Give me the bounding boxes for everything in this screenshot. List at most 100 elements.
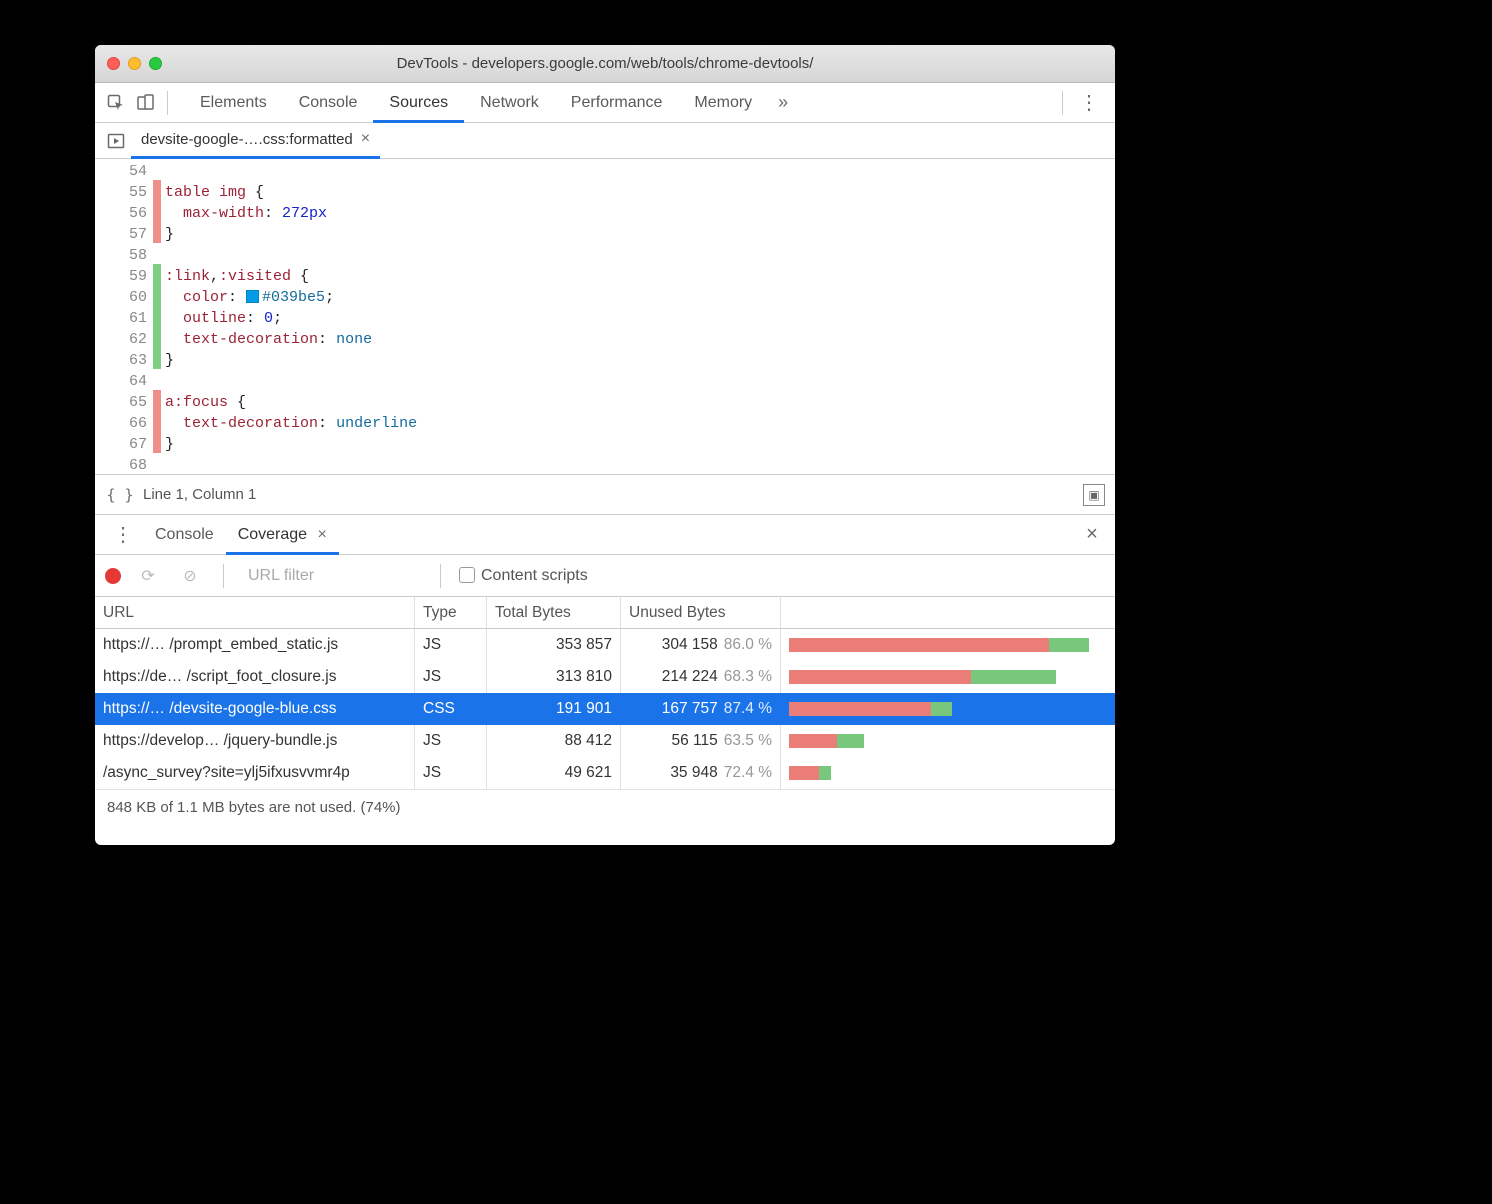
line-number: 65 — [95, 392, 147, 413]
cell-type: JS — [415, 629, 487, 661]
cell-unused-bytes: 167 75787.4 % — [621, 693, 781, 725]
clear-button[interactable]: ⊘ — [175, 561, 205, 591]
tab-memory[interactable]: Memory — [678, 83, 768, 123]
cell-usage-bar — [781, 661, 1115, 693]
coverage-marker — [153, 264, 161, 285]
cell-url: https://… /prompt_embed_static.js — [95, 629, 415, 661]
code-line[interactable] — [165, 245, 1115, 266]
minimize-window-button[interactable] — [128, 57, 141, 70]
coverage-marker — [153, 432, 161, 453]
device-toolbar-icon[interactable] — [131, 88, 161, 118]
code-line[interactable]: max-width: 272px — [165, 203, 1115, 224]
record-button[interactable] — [105, 568, 121, 584]
inspect-element-icon[interactable] — [101, 88, 131, 118]
table-header: URL Type Total Bytes Unused Bytes — [95, 597, 1115, 629]
navigator-toggle-icon[interactable] — [101, 126, 131, 156]
toggle-sidebar-button[interactable]: ▣ — [1083, 484, 1105, 506]
code-line[interactable]: color: #039be5; — [165, 287, 1115, 308]
col-type[interactable]: Type — [415, 597, 487, 628]
code-line[interactable]: outline: 0; — [165, 308, 1115, 329]
separator — [440, 564, 441, 588]
code-line[interactable]: text-decoration: none — [165, 329, 1115, 350]
devtools-tabs: ElementsConsoleSourcesNetworkPerformance… — [95, 83, 1115, 123]
cell-url: /async_survey?site=ylj5ifxusvvmr4p — [95, 757, 415, 789]
close-drawer-tab-button[interactable]: × — [318, 526, 327, 543]
col-bar — [781, 597, 1115, 628]
code-editor[interactable]: 545556575859606162636465666768 table img… — [95, 159, 1115, 475]
cell-type: JS — [415, 757, 487, 789]
line-number: 59 — [95, 266, 147, 287]
coverage-marker — [153, 411, 161, 432]
coverage-marker — [153, 390, 161, 411]
coverage-marker — [153, 285, 161, 306]
reload-button[interactable]: ⟳ — [133, 561, 163, 591]
line-number-gutter: 545556575859606162636465666768 — [95, 159, 153, 474]
code-line[interactable]: :link,:visited { — [165, 266, 1115, 287]
table-row[interactable]: https://… /devsite-google-blue.cssCSS191… — [95, 693, 1115, 725]
pretty-print-button[interactable]: { } — [105, 480, 135, 510]
cell-unused-bytes: 35 94872.4 % — [621, 757, 781, 789]
code-line[interactable]: } — [165, 434, 1115, 455]
drawer-tab-coverage[interactable]: Coverage × — [226, 515, 339, 555]
cell-type: JS — [415, 661, 487, 693]
cell-usage-bar — [781, 725, 1115, 757]
code-content[interactable]: table img { max-width: 272px} :link,:visi… — [161, 159, 1115, 474]
line-number: 66 — [95, 413, 147, 434]
coverage-marker — [153, 222, 161, 243]
line-number: 64 — [95, 371, 147, 392]
cell-type: JS — [415, 725, 487, 757]
line-number: 67 — [95, 434, 147, 455]
cell-url: https://develop… /jquery-bundle.js — [95, 725, 415, 757]
more-options-button[interactable]: ⋮ — [1069, 90, 1109, 115]
line-number: 61 — [95, 308, 147, 329]
table-row[interactable]: https://develop… /jquery-bundle.jsJS88 4… — [95, 725, 1115, 757]
col-unused[interactable]: Unused Bytes — [621, 597, 781, 628]
tab-performance[interactable]: Performance — [555, 83, 679, 123]
checkbox-icon[interactable] — [459, 567, 475, 583]
tab-console[interactable]: Console — [283, 83, 374, 123]
maximize-window-button[interactable] — [149, 57, 162, 70]
coverage-marker — [153, 306, 161, 327]
close-window-button[interactable] — [107, 57, 120, 70]
titlebar: DevTools - developers.google.com/web/too… — [95, 45, 1115, 83]
code-line[interactable] — [165, 455, 1115, 475]
cell-type: CSS — [415, 693, 487, 725]
code-line[interactable]: text-decoration: underline — [165, 413, 1115, 434]
content-scripts-checkbox[interactable]: Content scripts — [459, 567, 588, 585]
checkbox-label: Content scripts — [481, 567, 588, 584]
code-line[interactable]: } — [165, 350, 1115, 371]
close-drawer-button[interactable]: × — [1077, 520, 1107, 550]
tab-elements[interactable]: Elements — [184, 83, 283, 123]
window-controls — [107, 57, 162, 70]
table-row[interactable]: https://… /prompt_embed_static.jsJS353 8… — [95, 629, 1115, 661]
line-number: 55 — [95, 182, 147, 203]
cell-total-bytes: 49 621 — [487, 757, 621, 789]
coverage-marker — [153, 453, 161, 474]
code-line[interactable] — [165, 371, 1115, 392]
tab-network[interactable]: Network — [464, 83, 555, 123]
code-line[interactable]: a:focus { — [165, 392, 1115, 413]
coverage-gutter — [153, 159, 161, 474]
line-number: 63 — [95, 350, 147, 371]
code-line[interactable]: } — [165, 224, 1115, 245]
coverage-marker — [153, 243, 161, 264]
drawer-tab-console[interactable]: Console — [143, 515, 226, 555]
line-number: 68 — [95, 455, 147, 475]
cursor-position: Line 1, Column 1 — [143, 486, 256, 503]
line-number: 57 — [95, 224, 147, 245]
url-filter-input[interactable]: URL filter — [242, 567, 422, 585]
file-tab-active[interactable]: devsite-google-….css:formatted × — [131, 123, 380, 159]
table-row[interactable]: https://de… /script_foot_closure.jsJS313… — [95, 661, 1115, 693]
tabs-overflow-button[interactable]: » — [768, 88, 798, 118]
drawer-tab-label: Coverage — [238, 526, 307, 543]
close-file-tab-button[interactable]: × — [361, 130, 370, 148]
drawer-more-button[interactable]: ⋮ — [103, 522, 143, 547]
coverage-marker — [153, 327, 161, 348]
col-url[interactable]: URL — [95, 597, 415, 628]
tab-sources[interactable]: Sources — [373, 83, 464, 123]
table-row[interactable]: /async_survey?site=ylj5ifxusvvmr4pJS49 6… — [95, 757, 1115, 789]
code-line[interactable]: table img { — [165, 182, 1115, 203]
cell-url: https://de… /script_foot_closure.js — [95, 661, 415, 693]
col-total[interactable]: Total Bytes — [487, 597, 621, 628]
coverage-toolbar: ⟳ ⊘ URL filter Content scripts — [95, 555, 1115, 597]
